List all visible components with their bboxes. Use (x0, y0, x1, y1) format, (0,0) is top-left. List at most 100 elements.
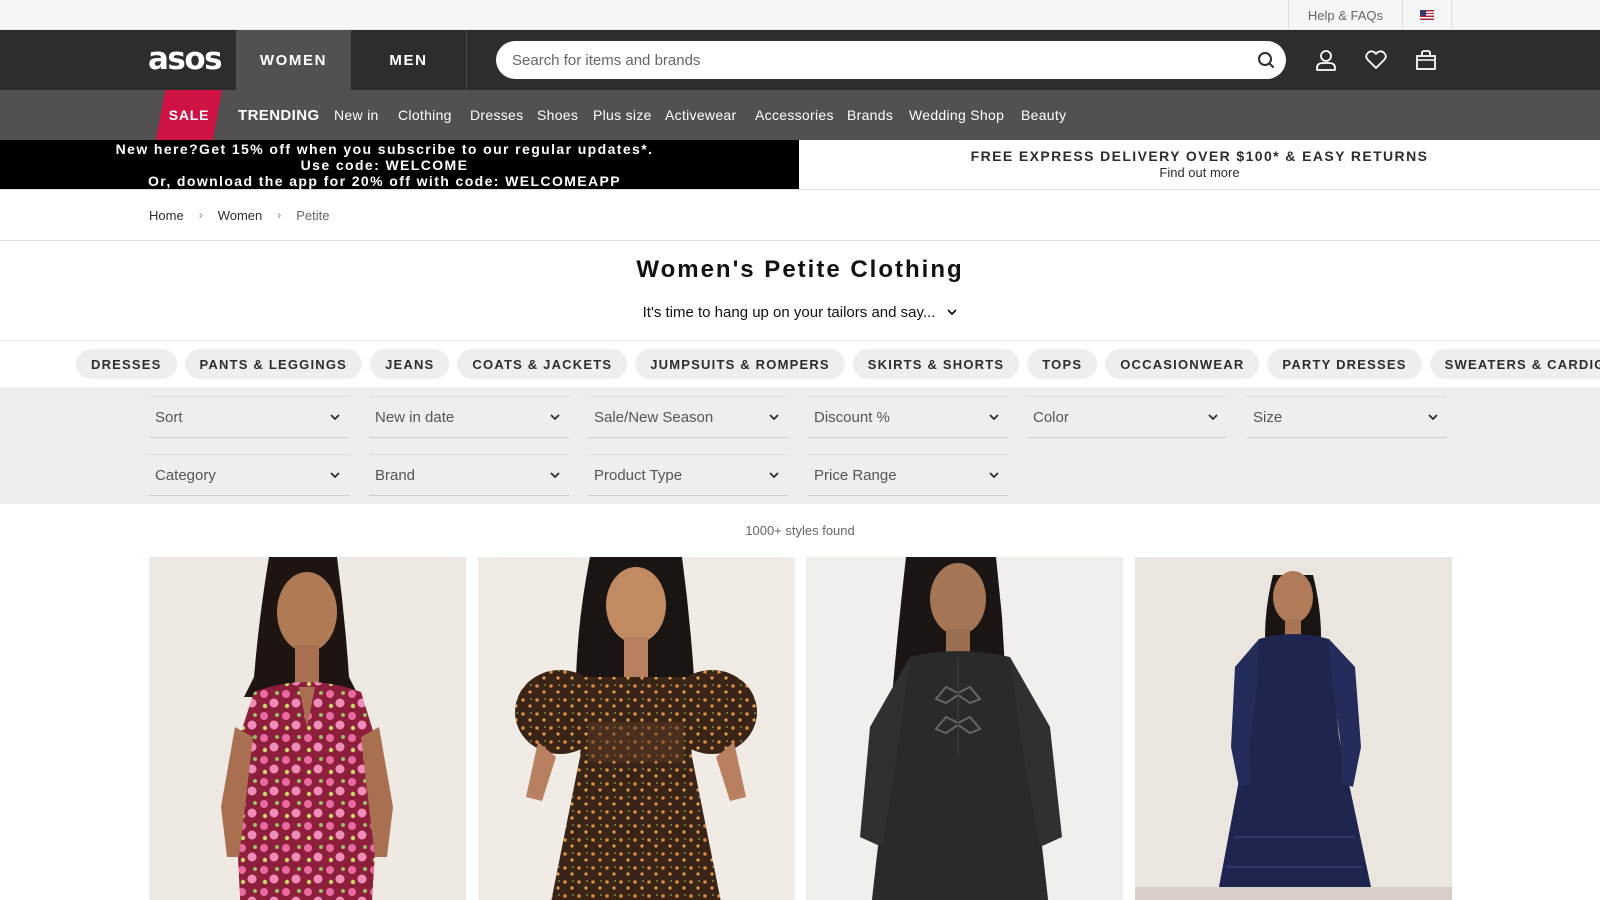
product-card[interactable] (149, 557, 466, 900)
pill-sweaters-cardigans[interactable]: SWEATERS & CARDIGANS (1429, 349, 1600, 379)
nav-item-new-in[interactable]: New in (334, 90, 379, 140)
filter-sale-new-season[interactable]: Sale/New Season (588, 396, 788, 438)
chevron-down-icon (768, 411, 780, 423)
chevron-down-icon (988, 469, 1000, 481)
chevron-down-icon (947, 309, 958, 316)
chevron-down-icon (988, 411, 1000, 423)
filter-label: Sort (155, 408, 183, 426)
filter-label: Price Range (814, 466, 897, 484)
asos-logo[interactable]: asos (148, 42, 223, 76)
nav-item-activewear[interactable]: Activewear (665, 90, 736, 140)
page-header: Women's Petite Clothing It's time to han… (0, 241, 1600, 341)
pill-party-dresses[interactable]: PARTY DRESSES (1267, 349, 1422, 379)
bag-button[interactable] (1413, 47, 1439, 73)
nav-item-sale[interactable]: SALE (156, 90, 222, 140)
filter-label: New in date (375, 408, 455, 426)
product-card[interactable] (1135, 557, 1452, 900)
filter-label: Sale/New Season (594, 408, 714, 426)
nav-item-brands[interactable]: Brands (847, 90, 893, 140)
chevron-down-icon (1427, 411, 1439, 423)
filter-label: Color (1033, 408, 1069, 426)
product-image (478, 557, 795, 900)
filter-discount[interactable]: Discount % (808, 396, 1008, 438)
account-icon (1316, 50, 1336, 71)
page-intro-text: It's time to hang up on your tailors and… (642, 304, 936, 321)
nav-item-dresses[interactable]: Dresses (470, 90, 523, 140)
nav-item-shoes[interactable]: Shoes (537, 90, 578, 140)
account-button[interactable] (1313, 47, 1339, 73)
product-card[interactable] (806, 557, 1123, 900)
saved-items-button[interactable] (1363, 47, 1389, 73)
pill-pants-leggings[interactable]: PANTS & LEGGINGS (184, 349, 363, 379)
results-count: 1000+ styles found (745, 523, 855, 538)
filter-price-range[interactable]: Price Range (808, 454, 1008, 496)
filter-label: Discount % (814, 408, 890, 426)
product-grid (0, 557, 1600, 900)
breadcrumb-separator: › (198, 208, 203, 222)
chevron-down-icon (768, 469, 780, 481)
nav-item-clothing[interactable]: Clothing (398, 90, 452, 140)
search-button[interactable] (1246, 41, 1286, 79)
bag-icon (1416, 50, 1436, 70)
delivery-promo-title: FREE EXPRESS DELIVERY OVER $100* & EASY … (970, 148, 1429, 164)
breadcrumb-separator: › (277, 208, 282, 222)
filter-size[interactable]: Size (1247, 396, 1447, 438)
welcome-promo-banner[interactable]: New here?Get 15% off when you subscribe … (0, 140, 799, 189)
pill-tops[interactable]: TOPS (1027, 349, 1098, 379)
pill-dresses[interactable]: DRESSES (76, 349, 177, 379)
main-header: asos WOMEN MEN (0, 30, 1600, 90)
filter-brand[interactable]: Brand (369, 454, 569, 496)
nav-item-wedding-shop[interactable]: Wedding Shop (909, 90, 1004, 140)
pill-coats-jackets[interactable]: COATS & JACKETS (457, 349, 628, 379)
pill-occasionwear[interactable]: OCCASIONWEAR (1105, 349, 1260, 379)
filter-sort[interactable]: Sort (149, 396, 349, 438)
breadcrumb: Home › Women › Petite (0, 190, 1600, 241)
nav-item-accessories[interactable]: Accessories (755, 90, 834, 140)
country-selector[interactable] (1402, 0, 1452, 30)
pill-skirts-shorts[interactable]: SKIRTS & SHORTS (852, 349, 1020, 379)
search-icon (1258, 52, 1274, 68)
delivery-promo-banner[interactable]: FREE EXPRESS DELIVERY OVER $100* & EASY … (799, 140, 1600, 189)
chevron-down-icon (1207, 411, 1219, 423)
filter-label: Size (1253, 408, 1283, 426)
category-nav: SALE TRENDING New in Clothing Dresses Sh… (0, 90, 1600, 140)
tab-women[interactable]: WOMEN (236, 30, 351, 90)
pill-jumpsuits-rompers[interactable]: JUMPSUITS & ROMPERS (635, 349, 845, 379)
chevron-down-icon (329, 411, 341, 423)
chevron-down-icon (549, 469, 561, 481)
filter-color[interactable]: Color (1027, 396, 1227, 438)
promo-line-1: New here?Get 15% off when you subscribe … (115, 140, 654, 157)
product-card[interactable] (478, 557, 795, 900)
us-flag-icon (1420, 10, 1434, 20)
header-divider (466, 30, 467, 90)
chevron-down-icon (549, 411, 561, 423)
page-intro-toggle[interactable]: It's time to hang up on your tailors and… (0, 304, 1600, 321)
page-title: Women's Petite Clothing (636, 256, 964, 283)
filter-new-in-date[interactable]: New in date (369, 396, 569, 438)
breadcrumb-home[interactable]: Home (149, 208, 184, 223)
utility-links: Help & FAQs (1287, 0, 1452, 30)
find-out-more-link[interactable]: Find out more (1159, 165, 1239, 181)
breadcrumb-women[interactable]: Women (218, 208, 263, 223)
filter-product-type[interactable]: Product Type (588, 454, 788, 496)
breadcrumb-petite: Petite (296, 207, 330, 223)
help-faqs-link[interactable]: Help & FAQs (1287, 0, 1402, 30)
promo-line-3: Or, download the app for 20% off with co… (147, 172, 622, 189)
nav-item-plus-size[interactable]: Plus size (593, 90, 652, 140)
tab-men[interactable]: MEN (351, 30, 466, 90)
utility-bar: Help & FAQs (0, 0, 1600, 30)
filter-label: Category (155, 466, 216, 484)
promo-line-2: Use code: WELCOME (300, 156, 469, 173)
filter-category[interactable]: Category (149, 454, 349, 496)
nav-item-beauty[interactable]: Beauty (1021, 90, 1066, 140)
filter-label: Product Type (594, 466, 683, 484)
product-image (149, 557, 466, 900)
heart-icon (1365, 50, 1387, 69)
filter-label: Brand (375, 466, 416, 484)
pill-jeans[interactable]: JEANS (370, 349, 450, 379)
category-pills: DRESSES PANTS & LEGGINGS JEANS COATS & J… (0, 341, 1600, 387)
chevron-down-icon (329, 469, 341, 481)
search-input[interactable] (512, 51, 1246, 69)
product-image (1135, 557, 1452, 900)
nav-item-trending[interactable]: TRENDING (238, 90, 320, 140)
